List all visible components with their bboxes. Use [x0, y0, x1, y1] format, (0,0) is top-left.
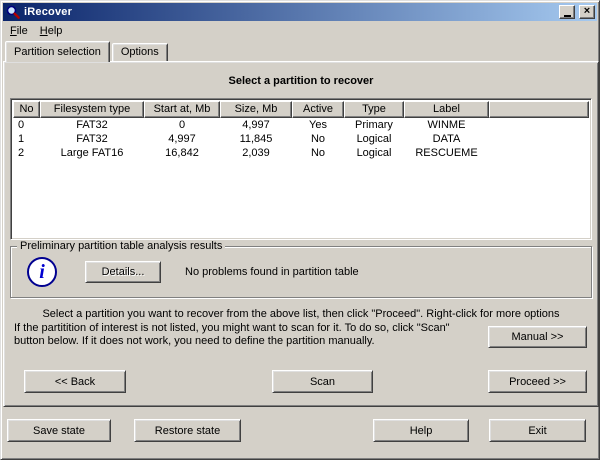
- column-header-type[interactable]: Type: [344, 101, 404, 118]
- cell-start: 0: [144, 118, 220, 132]
- cell-size: 4,997: [220, 118, 292, 132]
- cell-type: Logical: [344, 146, 404, 160]
- cell-filler: [489, 146, 589, 160]
- table-row[interactable]: 2 Large FAT16 16,842 2,039 No Logical RE…: [13, 146, 589, 160]
- restore-state-button[interactable]: Restore state: [134, 419, 241, 442]
- window-title: iRecover: [24, 6, 557, 18]
- table-row[interactable]: 1 FAT32 4,997 11,845 No Logical DATA: [13, 132, 589, 146]
- manual-button[interactable]: Manual >>: [488, 326, 587, 348]
- page-title: Select a partition to recover: [4, 75, 598, 87]
- scan-button[interactable]: Scan: [272, 370, 373, 393]
- instruction-line2: If the partitition of interest is not li…: [14, 322, 482, 348]
- column-header-size[interactable]: Size, Mb: [220, 101, 292, 118]
- cell-active: Yes: [292, 118, 344, 132]
- analysis-content: i Details... No problems found in partit…: [11, 247, 591, 297]
- menu-help[interactable]: Help: [34, 23, 69, 39]
- exit-button[interactable]: Exit: [489, 419, 586, 442]
- window-inner: iRecover × File Help Partition selection…: [3, 3, 597, 457]
- titlebar[interactable]: iRecover ×: [3, 3, 597, 21]
- back-button[interactable]: << Back: [24, 370, 126, 393]
- analysis-legend: Preliminary partition table analysis res…: [17, 240, 225, 253]
- close-button[interactable]: ×: [579, 5, 595, 19]
- footer-bar: Save state Restore state Help Exit: [3, 407, 597, 459]
- minimize-button[interactable]: [559, 5, 575, 19]
- cell-active: No: [292, 146, 344, 160]
- cell-filesystem: Large FAT16: [40, 146, 144, 160]
- cell-filler: [489, 132, 589, 146]
- analysis-result-text: No problems found in partition table: [185, 266, 359, 278]
- cell-no: 1: [13, 132, 40, 146]
- partition-list-header: No Filesystem type Start at, Mb Size, Mb…: [13, 101, 589, 118]
- cell-start: 16,842: [144, 146, 220, 160]
- cell-filesystem: FAT32: [40, 132, 144, 146]
- cell-type: Primary: [344, 118, 404, 132]
- column-header-start[interactable]: Start at, Mb: [144, 101, 220, 118]
- cell-label: WINME: [404, 118, 489, 132]
- column-header-active[interactable]: Active: [292, 101, 344, 118]
- cell-size: 2,039: [220, 146, 292, 160]
- app-window: iRecover × File Help Partition selection…: [0, 0, 600, 460]
- close-icon: ×: [584, 6, 590, 17]
- column-header-filler: [489, 101, 589, 118]
- column-header-no[interactable]: No: [13, 101, 40, 118]
- column-header-filesystem[interactable]: Filesystem type: [40, 101, 144, 118]
- menu-bar: File Help: [3, 21, 597, 40]
- cell-label: RESCUEME: [404, 146, 489, 160]
- cell-start: 4,997: [144, 132, 220, 146]
- partition-selection-panel: Select a partition to recover No Filesys…: [3, 61, 599, 407]
- proceed-button[interactable]: Proceed >>: [488, 370, 587, 393]
- cell-no: 0: [13, 118, 40, 132]
- tab-strip: Partition selection Options: [3, 40, 597, 61]
- instruction-line1: Select a partition you want to recover f…: [4, 308, 598, 320]
- table-row[interactable]: 0 FAT32 0 4,997 Yes Primary WINME: [13, 118, 589, 132]
- cell-size: 11,845: [220, 132, 292, 146]
- details-button[interactable]: Details...: [85, 261, 161, 283]
- cell-type: Logical: [344, 132, 404, 146]
- tab-partition-selection[interactable]: Partition selection: [5, 41, 110, 62]
- save-state-button[interactable]: Save state: [7, 419, 111, 442]
- column-header-label[interactable]: Label: [404, 101, 489, 118]
- cell-active: No: [292, 132, 344, 146]
- help-button[interactable]: Help: [373, 419, 469, 442]
- tab-options[interactable]: Options: [112, 43, 168, 61]
- cell-label: DATA: [404, 132, 489, 146]
- partition-list[interactable]: No Filesystem type Start at, Mb Size, Mb…: [10, 98, 592, 240]
- info-icon: i: [27, 257, 57, 287]
- magnifier-icon: [6, 5, 20, 19]
- cell-no: 2: [13, 146, 40, 160]
- menu-file[interactable]: File: [4, 23, 34, 39]
- app-icon[interactable]: [5, 5, 21, 19]
- cell-filesystem: FAT32: [40, 118, 144, 132]
- cell-filler: [489, 118, 589, 132]
- minimize-icon: [564, 15, 571, 17]
- analysis-groupbox: Preliminary partition table analysis res…: [10, 246, 592, 298]
